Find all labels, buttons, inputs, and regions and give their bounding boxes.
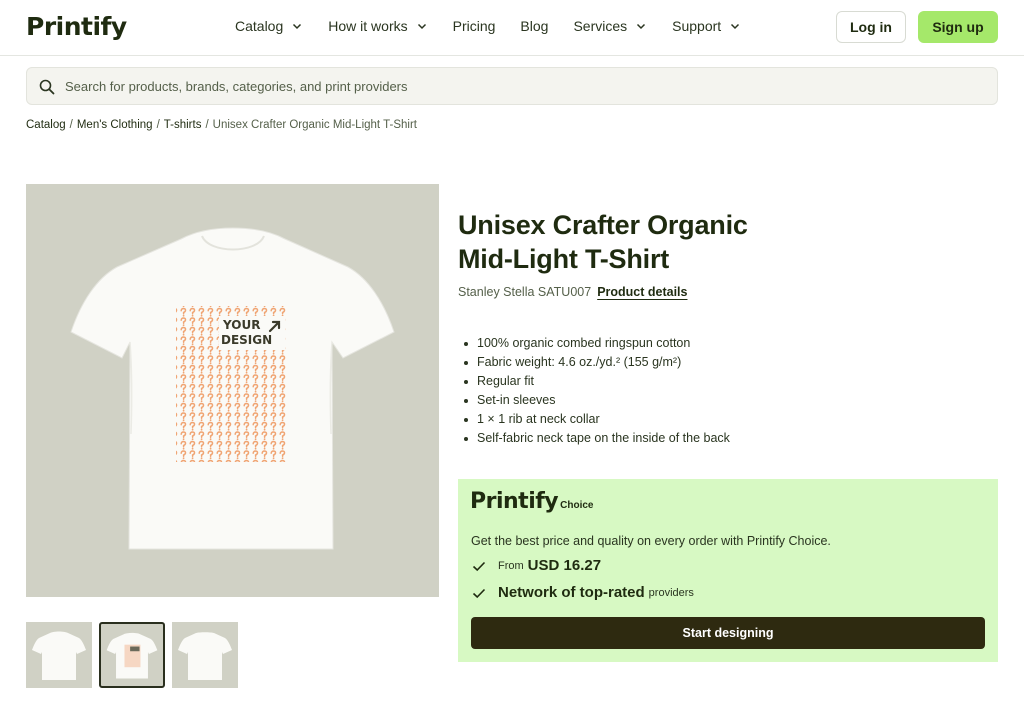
printify-logo[interactable]: Printify [26, 12, 127, 41]
bullet-icon [464, 398, 468, 403]
nav-blog[interactable]: Blog [520, 18, 548, 34]
breadcrumb-current: Unisex Crafter Organic Mid-Light T-Shirt [212, 119, 417, 131]
price-prefix: From [498, 559, 524, 572]
bullet-icon [464, 436, 468, 441]
network-main: Network of top-rated [498, 584, 645, 601]
feature-item: 1 × 1 rib at neck collar [464, 410, 730, 429]
feature-text: Self-fabric neck tape on the inside of t… [477, 431, 730, 445]
bullet-icon [464, 341, 468, 346]
nav-blog-label: Blog [520, 18, 549, 34]
breadcrumb: Catalog / Men's Clothing / T-shirts / Un… [26, 119, 417, 131]
tshirt-thumb-icon [178, 632, 232, 680]
feature-text: Fabric weight: 4.6 oz./yd.² (155 g/m²) [477, 355, 682, 369]
login-button[interactable]: Log in [836, 11, 906, 43]
network-row: Network of top-rated providers [471, 584, 694, 601]
tshirt-image: YOUR DESIGN [70, 227, 395, 550]
choice-description: Get the best price and quality on every … [471, 534, 831, 548]
nav-services[interactable]: Services [573, 18, 647, 34]
nav-services-label: Services [573, 18, 628, 34]
chevron-down-icon [637, 23, 646, 30]
printify-choice-logo: Printify Choice [470, 489, 594, 514]
nav-pricing-label: Pricing [452, 18, 496, 34]
thumbnail-back[interactable] [172, 622, 238, 688]
network-suffix: providers [648, 586, 694, 599]
nav-support[interactable]: Support [672, 18, 741, 34]
thumbnail-front-blank[interactable] [26, 622, 92, 688]
breadcrumb-separator: / [156, 119, 160, 131]
nav-how-it-works[interactable]: How it works [328, 18, 427, 34]
product-features: 100% organic combed ringspun cotton Fabr… [464, 334, 730, 448]
price-value: USD 16.27 [527, 557, 602, 574]
feature-text: 1 × 1 rib at neck collar [477, 412, 600, 426]
printify-choice-box: Printify Choice Get the best price and q… [458, 479, 998, 662]
nav-support-label: Support [672, 18, 722, 34]
thumbnail-front-design[interactable] [99, 622, 165, 688]
site-header: Printify Catalog How it works Pricing Bl… [0, 0, 1024, 56]
nav-how-it-works-label: How it works [328, 18, 408, 34]
breadcrumb-separator: / [205, 119, 209, 131]
search-bar [26, 67, 998, 105]
feature-text: Regular fit [477, 374, 534, 388]
brand-sku: Stanley Stella SATU007 [458, 285, 592, 299]
chevron-down-icon [417, 23, 426, 30]
product-title: Unisex Crafter Organic Mid-Light T-Shirt [458, 208, 818, 276]
breadcrumb-tshirts[interactable]: T-shirts [164, 119, 202, 131]
design-text-your: YOUR [222, 318, 260, 332]
check-icon [472, 588, 486, 598]
feature-item: Fabric weight: 4.6 oz./yd.² (155 g/m²) [464, 353, 730, 372]
image-thumbnails [26, 622, 245, 688]
design-text-design: DESIGN [221, 333, 272, 347]
chevron-down-icon [731, 23, 740, 30]
nav-pricing[interactable]: Pricing [453, 18, 496, 34]
tshirt-thumb-icon [32, 631, 86, 680]
product-title-line2: Mid-Light T-Shirt [458, 244, 670, 274]
feature-item: Set-in sleeves [464, 391, 730, 410]
product-details-link[interactable]: Product details [597, 285, 687, 299]
signup-button[interactable]: Sign up [918, 11, 998, 43]
feature-text: 100% organic combed ringspun cotton [477, 336, 691, 350]
choice-brand: Printify [470, 489, 559, 514]
breadcrumb-separator: / [69, 119, 73, 131]
bullet-icon [464, 360, 468, 365]
search-icon [39, 79, 55, 95]
nav-catalog-label: Catalog [235, 18, 284, 34]
breadcrumb-catalog[interactable]: Catalog [26, 119, 66, 131]
feature-item: Self-fabric neck tape on the inside of t… [464, 429, 730, 448]
main-nav: Catalog How it works Pricing Blog Servic… [235, 18, 766, 34]
bullet-icon [464, 379, 468, 384]
feature-item: 100% organic combed ringspun cotton [464, 334, 730, 353]
start-designing-button[interactable]: Start designing [471, 617, 985, 649]
product-main-image[interactable]: YOUR DESIGN [26, 184, 439, 597]
feature-item: Regular fit [464, 372, 730, 391]
product-title-line1: Unisex Crafter Organic [458, 210, 748, 240]
tshirt-thumb-icon [106, 632, 158, 679]
search-input[interactable] [65, 68, 965, 104]
nav-catalog[interactable]: Catalog [235, 18, 303, 34]
bullet-icon [464, 417, 468, 422]
check-icon [472, 561, 486, 571]
chevron-down-icon [293, 23, 302, 30]
product-subtitle: Stanley Stella SATU007 Product details [458, 285, 687, 299]
price-row: From USD 16.27 [471, 557, 601, 574]
choice-suffix: Choice [560, 500, 594, 511]
breadcrumb-mens-clothing[interactable]: Men's Clothing [77, 119, 153, 131]
feature-text: Set-in sleeves [477, 393, 556, 407]
